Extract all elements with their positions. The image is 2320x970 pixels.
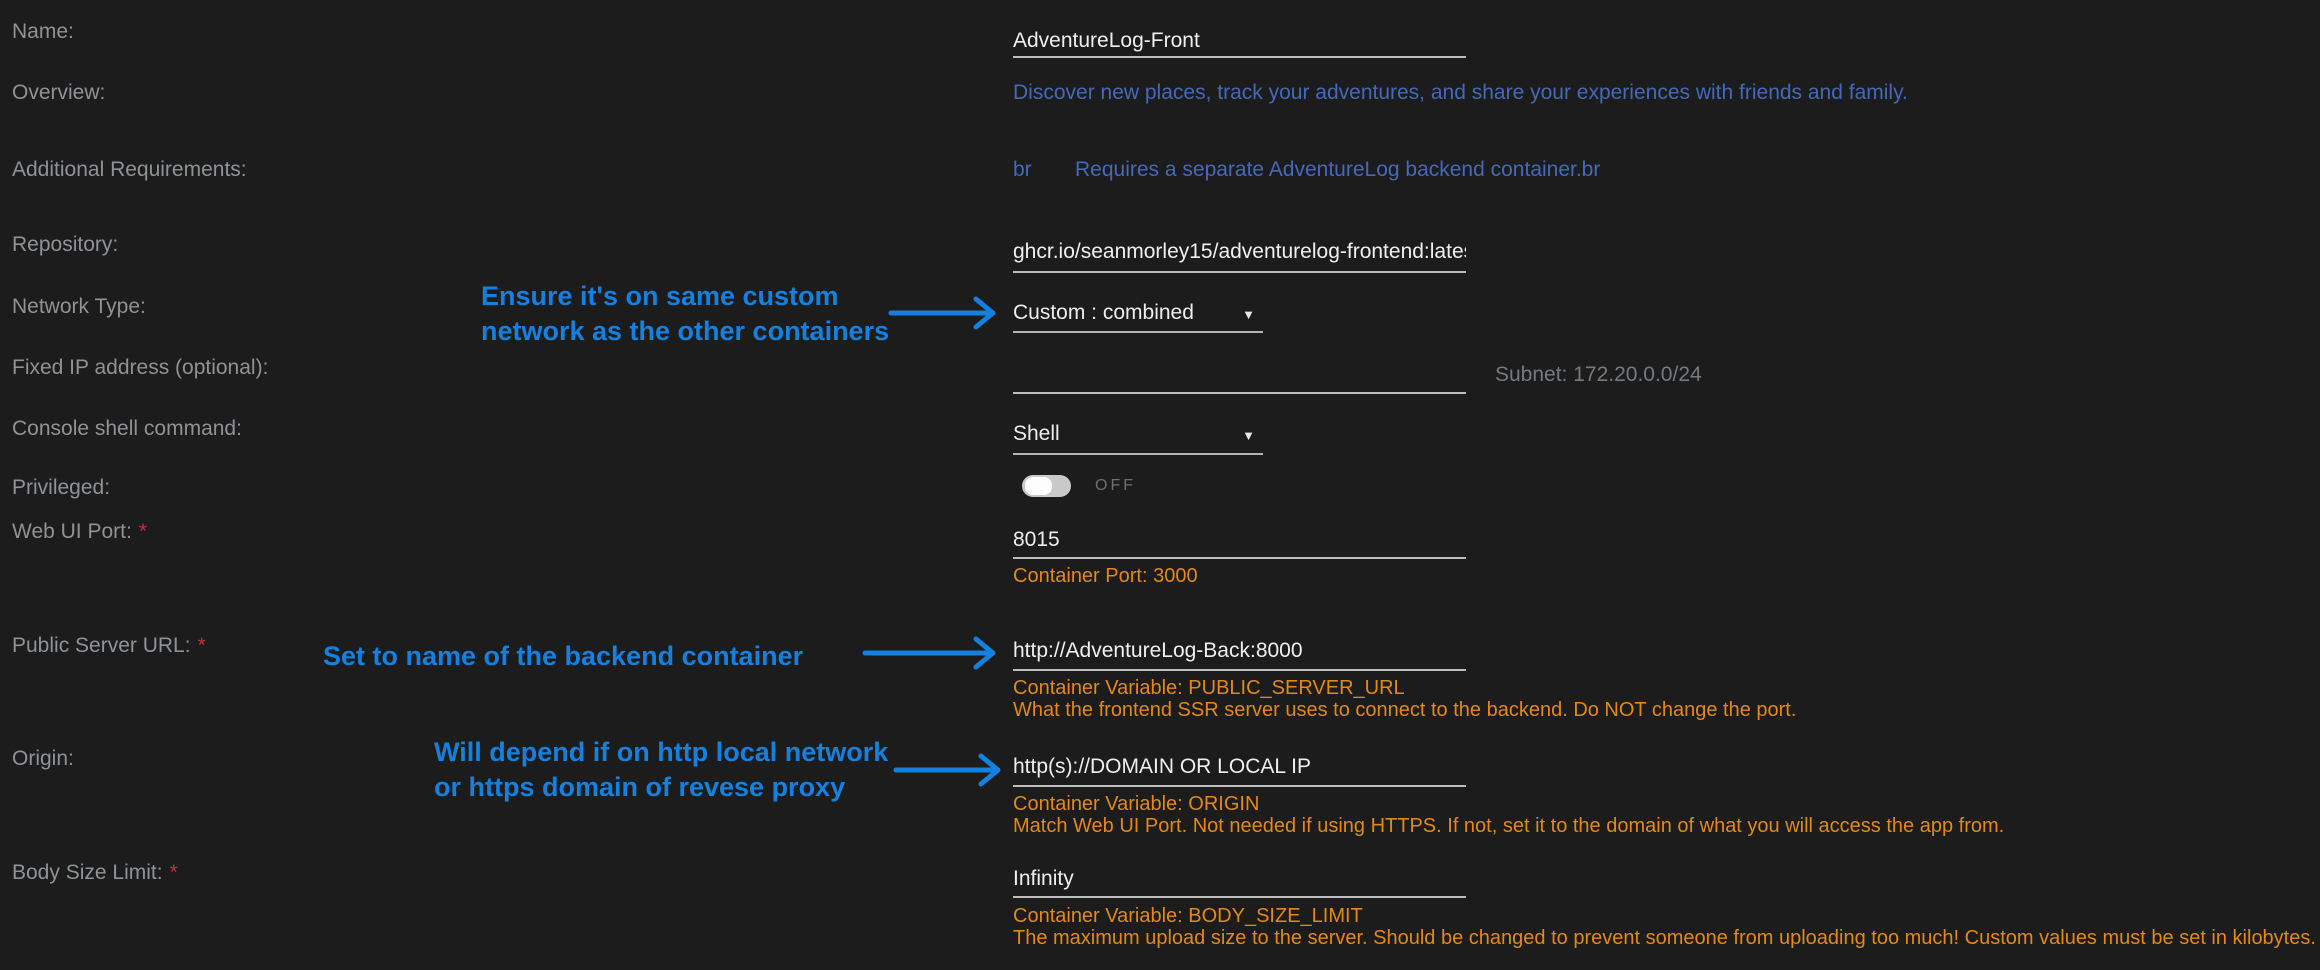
field-label-console-shell: Console shell command: xyxy=(12,417,242,441)
required-asterisk: * xyxy=(170,861,178,884)
additional-requirements-text: Requires a separate AdventureLog backend… xyxy=(1075,158,1600,182)
annotation-network-type: Ensure it's on same custom network as th… xyxy=(481,279,889,349)
console-shell-selected-value: Shell xyxy=(1013,422,1060,445)
field-label-fixed-ip: Fixed IP address (optional): xyxy=(12,356,268,380)
required-asterisk: * xyxy=(139,520,147,543)
subnet-note: Subnet: 172.20.0.0/24 xyxy=(1495,363,1702,387)
field-label-privileged: Privileged: xyxy=(12,476,110,500)
public-server-url-input[interactable]: http://AdventureLog-Back:8000 xyxy=(1013,639,1466,671)
field-label-public-server-url: Public Server URL: * xyxy=(12,634,206,658)
chevron-down-icon: ▼ xyxy=(1242,307,1255,322)
annotation-public-server-url: Set to name of the backend container xyxy=(323,639,803,674)
body-size-limit-label-text: Body Size Limit: xyxy=(12,861,163,884)
annotation-arrow-public-server-url xyxy=(862,633,1006,673)
body-size-limit-variable-help: Container Variable: BODY_SIZE_LIMIT xyxy=(1013,905,1363,928)
field-label-web-ui-port: Web UI Port: * xyxy=(12,520,147,544)
console-shell-select[interactable]: Shell ▼ xyxy=(1013,422,1263,455)
network-type-selected-value: Custom : combined xyxy=(1013,301,1194,324)
public-server-url-label-text: Public Server URL: xyxy=(12,634,191,657)
required-asterisk: * xyxy=(198,634,206,657)
web-ui-port-label-text: Web UI Port: xyxy=(12,520,132,543)
origin-input[interactable]: http(s)://DOMAIN OR LOCAL IP xyxy=(1013,755,1466,787)
field-label-name: Name: xyxy=(12,20,74,44)
field-label-overview: Overview: xyxy=(12,81,105,105)
public-server-url-description-help: What the frontend SSR server uses to con… xyxy=(1013,699,1796,722)
network-type-select[interactable]: Custom : combined ▼ xyxy=(1013,301,1263,333)
field-label-body-size-limit: Body Size Limit: * xyxy=(12,861,178,885)
origin-description-help: Match Web UI Port. Not needed if using H… xyxy=(1013,815,2004,838)
annotation-arrow-network-type xyxy=(888,293,1006,333)
fixed-ip-input[interactable] xyxy=(1013,362,1466,394)
name-input[interactable]: AdventureLog-Front xyxy=(1013,29,1466,58)
body-size-limit-description-help: The maximum upload size to the server. S… xyxy=(1013,927,2316,950)
field-label-additional-requirements: Additional Requirements: xyxy=(12,158,247,182)
overview-text: Discover new places, track your adventur… xyxy=(1013,81,1908,105)
public-server-url-variable-help: Container Variable: PUBLIC_SERVER_URL xyxy=(1013,677,1405,700)
annotation-arrow-origin xyxy=(893,750,1011,790)
field-label-network-type: Network Type: xyxy=(12,295,146,319)
repository-input[interactable]: ghcr.io/seanmorley15/adventurelog-fronte… xyxy=(1013,240,1466,273)
web-ui-port-input[interactable]: 8015 xyxy=(1013,528,1466,559)
field-label-origin: Origin: xyxy=(12,747,74,771)
field-label-repository: Repository: xyxy=(12,233,118,257)
origin-variable-help: Container Variable: ORIGIN xyxy=(1013,793,1259,816)
annotation-origin: Will depend if on http local network or … xyxy=(434,735,888,805)
privileged-state-label: OFF xyxy=(1095,477,1136,495)
body-size-limit-input[interactable]: Infinity xyxy=(1013,867,1466,898)
web-ui-port-container-port-help: Container Port: 3000 xyxy=(1013,565,1198,588)
privileged-toggle[interactable] xyxy=(1022,475,1071,497)
chevron-down-icon: ▼ xyxy=(1242,428,1255,443)
additional-requirements-prefix: br xyxy=(1013,158,1032,182)
toggle-knob xyxy=(1025,477,1052,495)
